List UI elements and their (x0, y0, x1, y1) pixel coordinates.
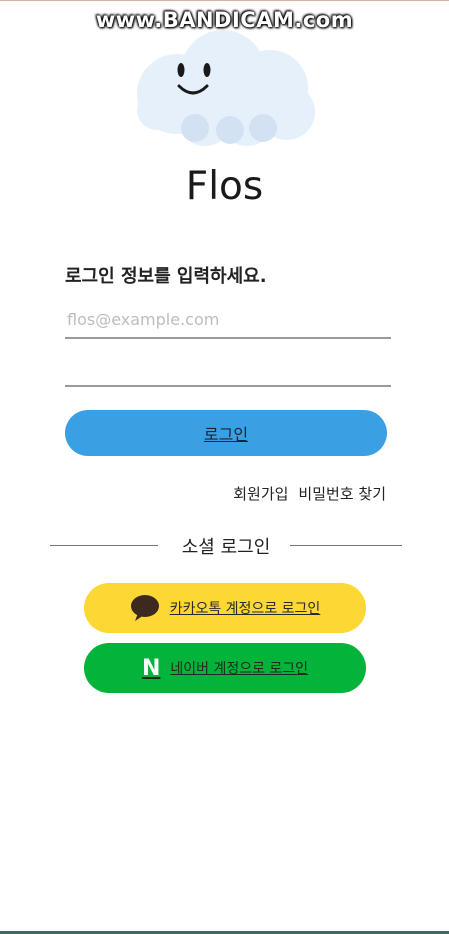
top-border (0, 0, 449, 1)
account-links: 회원가입 비밀번호 찾기 (233, 483, 386, 504)
login-instruction: 로그인 정보를 입력하세요. (65, 266, 267, 287)
social-login-divider: 소셜 로그인 (50, 530, 402, 560)
speech-bubble-icon (130, 595, 159, 621)
naver-n-icon: N (141, 655, 161, 681)
email-field[interactable] (65, 301, 391, 339)
naver-login-button[interactable]: N 네이버 계정으로 로그인 (84, 643, 366, 693)
recording-watermark: www.BANDICAM.com (95, 8, 354, 32)
kakao-login-label: 카카오톡 계정으로 로그인 (169, 601, 321, 617)
signup-link[interactable]: 회원가입 (233, 483, 288, 504)
kakao-login-button[interactable]: 카카오톡 계정으로 로그인 (84, 583, 366, 633)
login-button[interactable]: 로그인 (65, 410, 387, 456)
social-login-label: 소셜 로그인 (181, 537, 271, 558)
app-title: Flos (185, 164, 264, 209)
cloud-mascot-icon (137, 30, 315, 146)
naver-login-label: 네이버 계정으로 로그인 (170, 661, 309, 677)
divider-line-right (290, 545, 402, 546)
password-field[interactable] (65, 349, 391, 387)
find-password-link[interactable]: 비밀번호 찾기 (298, 483, 386, 504)
